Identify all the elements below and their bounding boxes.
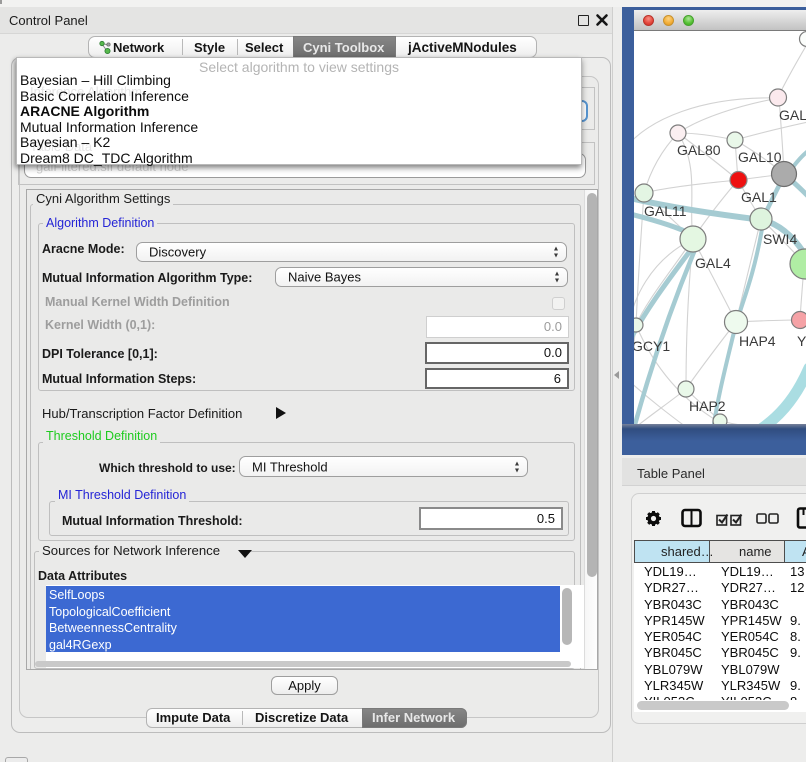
svg-text:GAL: GAL: [779, 107, 806, 123]
svg-text:GAL11: GAL11: [644, 203, 687, 219]
svg-text:GAL10: GAL10: [738, 149, 782, 165]
svg-text:Y: Y: [797, 333, 806, 349]
svg-text:GAL4: GAL4: [695, 255, 731, 271]
svg-text:GAL1: GAL1: [741, 189, 777, 205]
svg-text:HAP4: HAP4: [739, 333, 776, 349]
svg-text:SWI4: SWI4: [763, 231, 797, 247]
svg-text:HAP2: HAP2: [689, 398, 726, 414]
svg-text:GAL80: GAL80: [677, 142, 721, 158]
svg-text:GCY1: GCY1: [634, 338, 670, 354]
